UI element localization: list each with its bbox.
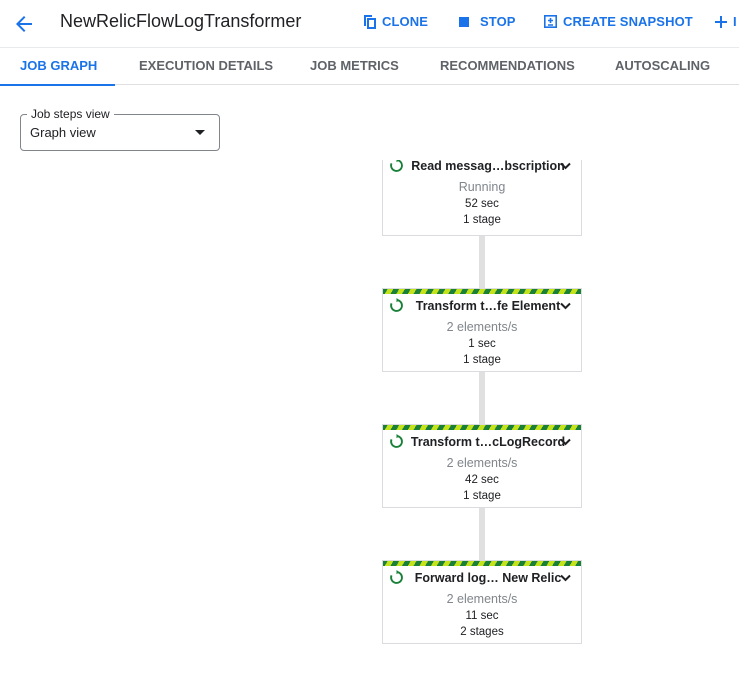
running-icon [390, 160, 403, 172]
node-title: Transform t…fe Element [415, 299, 561, 313]
running-icon [390, 298, 403, 312]
stop-icon [459, 16, 469, 27]
graph-edge [479, 507, 485, 560]
graph-edge [479, 235, 485, 288]
snapshot-icon [544, 15, 557, 28]
dropdown-arrow-icon [195, 130, 205, 135]
node-rate: Running [458, 180, 506, 194]
node-rate: 2 elements/s [446, 320, 518, 334]
node-stages: 1 stage [463, 214, 501, 226]
arrow-back-icon[interactable] [12, 12, 36, 36]
create-snapshot-button[interactable]: CREATE SNAPSHOT [544, 14, 693, 29]
tab-job-metrics[interactable]: JOB METRICS [290, 48, 419, 85]
clone-button[interactable]: CLONE [364, 14, 428, 29]
tab-recommendations[interactable]: RECOMMENDATIONS [420, 48, 595, 85]
job-steps-view-label: Job steps view [27, 107, 114, 121]
import-label: I [733, 14, 737, 29]
job-steps-view-value: Graph view [30, 125, 96, 140]
tab-autoscaling[interactable]: AUTOSCALING [595, 48, 730, 85]
clone-label: CLONE [382, 14, 428, 29]
node-time: 42 sec [465, 474, 499, 486]
header-bar: NewRelicFlowLogTransformer CLONE STOP CR… [0, 0, 739, 46]
job-steps-view-select[interactable]: Job steps view Graph view [20, 107, 220, 151]
node-rate: 2 elements/s [446, 592, 518, 606]
copy-icon [364, 14, 376, 29]
graph-node[interactable]: Transform t…fe Element 2 elements/s 1 se… [382, 288, 582, 372]
graph-node[interactable]: Read messag…bscription Running 52 sec 1 … [382, 160, 582, 236]
import-button[interactable]: I [715, 14, 737, 29]
node-time: 52 sec [465, 198, 499, 210]
chevron-down-icon[interactable] [560, 162, 571, 170]
page-title: NewRelicFlowLogTransformer [60, 11, 302, 31]
chevron-down-icon[interactable] [560, 438, 571, 446]
graph-node[interactable]: Transform t…cLogRecord 2 elements/s 42 s… [382, 424, 582, 508]
running-icon [390, 570, 403, 584]
stop-button[interactable]: STOP [459, 14, 516, 29]
node-title: Read messag…bscription [411, 160, 565, 173]
node-rate: 2 elements/s [446, 456, 518, 470]
running-icon [390, 434, 403, 448]
graph-node[interactable]: Forward log… New Relic 2 elements/s 11 s… [382, 560, 582, 644]
chevron-down-icon[interactable] [560, 574, 571, 582]
tab-job-graph[interactable]: JOB GRAPH [0, 48, 115, 86]
tab-execution-details[interactable]: EXECUTION DETAILS [119, 48, 293, 85]
node-time: 1 sec [468, 338, 496, 350]
node-title: Transform t…cLogRecord [410, 435, 566, 449]
tab-bar: JOB GRAPH EXECUTION DETAILS JOB METRICS … [0, 47, 739, 86]
chevron-down-icon[interactable] [560, 302, 571, 310]
create-snapshot-label: CREATE SNAPSHOT [563, 14, 693, 29]
graph-edge [479, 371, 485, 424]
node-stages: 1 stage [463, 490, 501, 502]
node-stages: 1 stage [463, 354, 501, 366]
node-time: 11 sec [465, 610, 499, 622]
node-stages: 2 stages [460, 626, 504, 638]
job-graph-canvas[interactable]: Read messag…bscription Running 52 sec 1 … [0, 160, 739, 676]
node-title: Forward log… New Relic [414, 571, 562, 585]
stop-label: STOP [480, 14, 516, 29]
plus-icon [715, 15, 727, 28]
